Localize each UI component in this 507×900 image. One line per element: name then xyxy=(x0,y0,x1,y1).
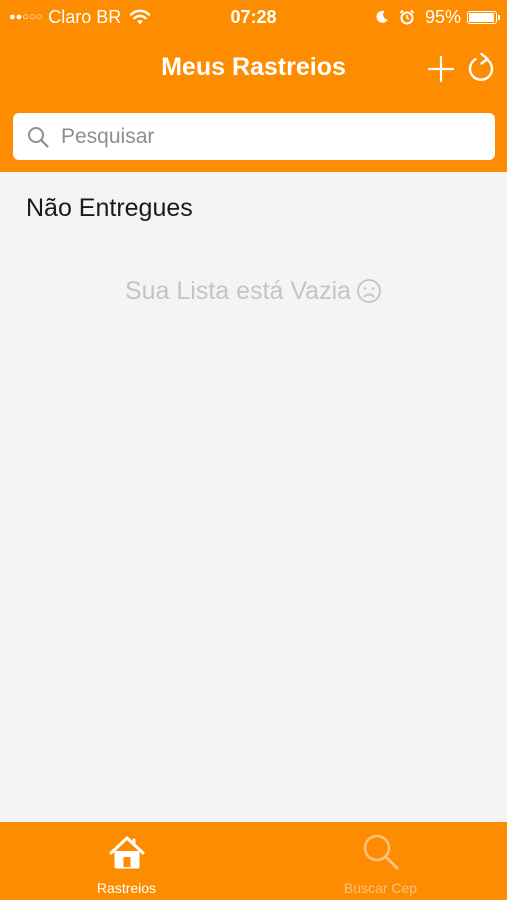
search-input[interactable] xyxy=(61,113,481,160)
search-icon xyxy=(28,127,49,148)
tab-label: Rastreios xyxy=(96,880,157,896)
battery-level xyxy=(469,12,494,22)
battery-percentage: 95% xyxy=(424,7,461,27)
tab-bar: Rastreios Buscar Cep xyxy=(0,822,507,900)
status-right: 95% xyxy=(375,7,500,27)
home-icon xyxy=(109,836,144,869)
alarm-icon xyxy=(399,9,415,25)
moon-icon xyxy=(376,10,388,23)
status-bar: ●●○○○ Claro BR 07:28 95% xyxy=(0,0,507,34)
header: ●●○○○ Claro BR 07:28 95% Meus Rastreios … xyxy=(0,0,507,172)
tab-label: Buscar Cep xyxy=(343,880,418,896)
empty-message: Sua Lista está Vazia xyxy=(124,277,352,305)
battery-icon xyxy=(467,10,500,24)
search-bar xyxy=(13,113,495,160)
section-title: Não Entregues xyxy=(26,194,193,222)
refresh-icon[interactable] xyxy=(466,51,496,83)
sad-face-icon xyxy=(357,279,381,303)
search-icon xyxy=(363,834,398,870)
plus-icon[interactable] xyxy=(427,55,455,83)
tab-rastreios[interactable]: Rastreios xyxy=(0,822,253,900)
tab-buscar-cep[interactable]: Buscar Cep xyxy=(254,822,507,900)
empty-state: Sua Lista está Vazia xyxy=(0,274,507,308)
